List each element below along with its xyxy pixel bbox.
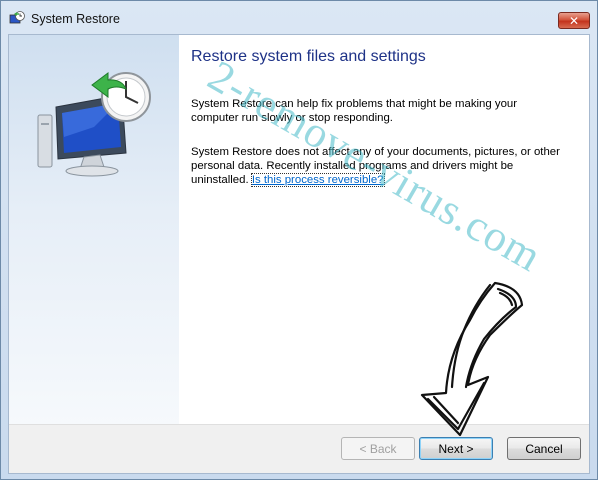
cancel-button[interactable]: Cancel — [507, 437, 581, 460]
disclaimer-text: System Restore does not affect any of yo… — [191, 145, 561, 187]
page-title: Restore system files and settings — [191, 48, 426, 65]
system-restore-window: System Restore ✕ Restore system files an… — [0, 0, 598, 480]
back-button[interactable]: < Back — [341, 437, 415, 460]
close-icon: ✕ — [568, 13, 580, 28]
reversible-help-link[interactable]: Is this process reversible? — [250, 173, 385, 187]
window-title: System Restore — [31, 12, 120, 26]
left-illustration-pane — [9, 35, 179, 427]
title-bar[interactable]: System Restore ✕ — [1, 1, 597, 34]
close-button[interactable]: ✕ — [558, 12, 590, 29]
client-area: Restore system files and settings System… — [8, 34, 590, 474]
system-restore-icon — [9, 11, 25, 24]
next-button[interactable]: Next > — [419, 437, 493, 460]
description-text: System Restore can help fix problems tha… — [191, 98, 518, 124]
button-bar: < Back Next > Cancel — [9, 424, 589, 473]
computer-restore-clock-icon — [37, 72, 151, 177]
